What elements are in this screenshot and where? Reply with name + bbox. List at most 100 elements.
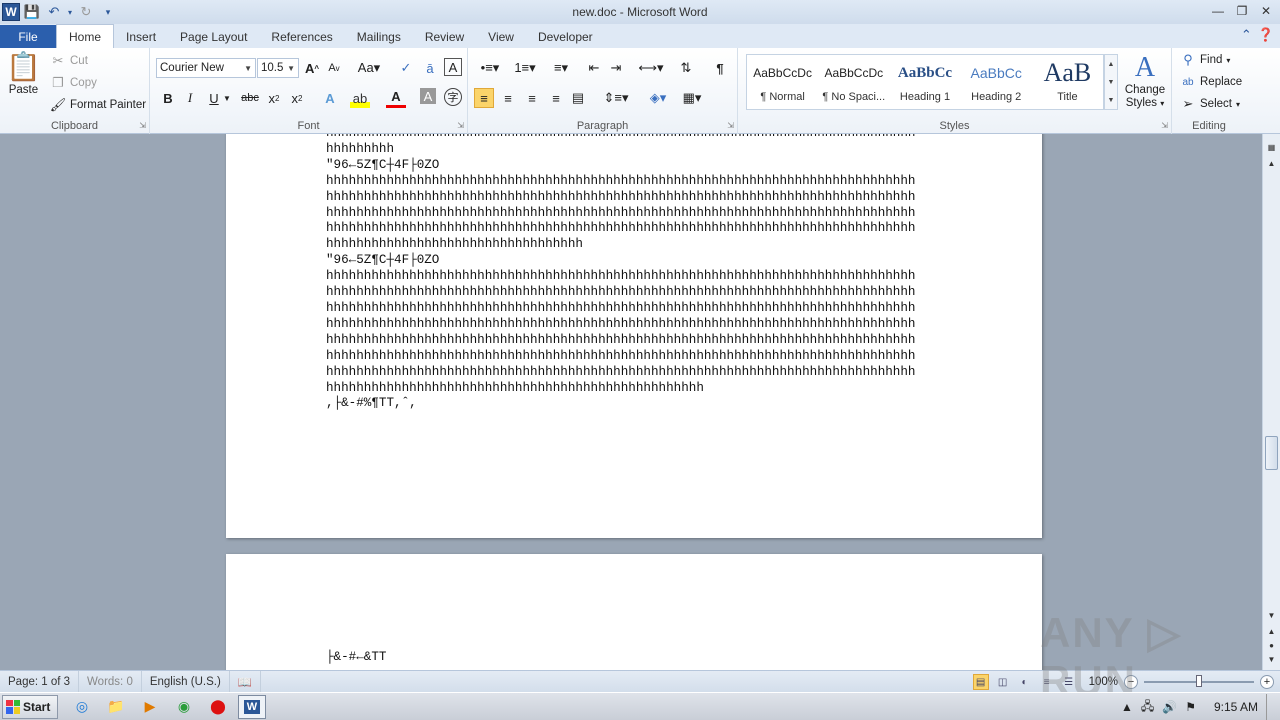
- chevron-down-icon[interactable]: ▼: [1108, 79, 1115, 86]
- word-count[interactable]: Words: 0: [79, 670, 142, 693]
- align-right-icon[interactable]: ≡: [522, 88, 542, 108]
- tab-review[interactable]: Review: [413, 25, 476, 48]
- multilevel-list-icon[interactable]: ≡▾: [546, 58, 576, 78]
- decrease-indent-icon[interactable]: ⇤: [584, 58, 604, 78]
- document-line[interactable]: hhhhhhhhhhhhhhhhhhhhhhhhhhhhhhhhhhhhhhhh…: [326, 269, 915, 285]
- borders-icon[interactable]: ▦▾: [678, 88, 706, 108]
- page-2-text[interactable]: ├&-#←&TT................................…: [326, 650, 931, 670]
- document-line[interactable]: hhhhhhhhhhhhhhhhhhhhhhhhhhhhhhhhhhhhhhhh…: [326, 190, 915, 206]
- select-button[interactable]: ➢ Select ▾: [1180, 96, 1240, 112]
- tab-references[interactable]: References: [259, 25, 344, 48]
- style-title[interactable]: AaB Title: [1032, 55, 1103, 109]
- sort-icon[interactable]: ⇅: [676, 58, 696, 78]
- underline-dropdown-icon[interactable]: ▼: [222, 88, 232, 108]
- vertical-scrollbar[interactable]: ▦ ▲ ▼ ▲ ● ▼: [1262, 134, 1280, 670]
- volume-icon[interactable]: 🔊: [1162, 700, 1177, 714]
- character-border-icon[interactable]: A: [444, 58, 462, 76]
- document-area[interactable]: hhhhhhhhhhhhhhhhhhhhhhhhhhhhhhhhhhhhhhhh…: [0, 134, 1262, 670]
- minimize-button[interactable]: —: [1208, 2, 1228, 20]
- phonetic-guide-icon[interactable]: ā: [420, 58, 440, 78]
- superscript-icon[interactable]: x2: [287, 88, 307, 108]
- draft-icon[interactable]: ☰: [1061, 674, 1077, 690]
- styles-launcher-icon[interactable]: ⇲: [1161, 121, 1168, 130]
- document-line[interactable]: hhhhhhhhhhhhhhhhhhhhhhhhhhhhhhhhhh: [326, 237, 915, 253]
- document-line[interactable]: hhhhhhhhhhhhhhhhhhhhhhhhhhhhhhhhhhhhhhhh…: [326, 174, 915, 190]
- document-line[interactable]: hhhhhhhhhhhhhhhhhhhhhhhhhhhhhhhhhhhhhhhh…: [326, 333, 915, 349]
- tab-home[interactable]: Home: [56, 24, 115, 48]
- document-line[interactable]: hhhhhhhhhhhhhhhhhhhhhhhhhhhhhhhhhhhhhhhh…: [326, 134, 915, 142]
- internet-explorer-icon[interactable]: ◎: [68, 695, 96, 719]
- start-button[interactable]: Start: [2, 694, 58, 719]
- bullets-icon[interactable]: •≡▾: [476, 58, 504, 78]
- opera-icon[interactable]: ⬤: [204, 695, 232, 719]
- numbering-icon[interactable]: 1≡▾: [510, 58, 540, 78]
- bold-icon[interactable]: B: [158, 88, 178, 108]
- highlight-color-icon[interactable]: ab: [350, 88, 370, 108]
- align-left-icon[interactable]: ≡: [474, 88, 494, 108]
- cut-button[interactable]: ✂ Cut: [50, 53, 88, 69]
- chrome-icon[interactable]: ◉: [170, 695, 198, 719]
- restore-button[interactable]: ❐: [1232, 2, 1252, 20]
- previous-page-icon[interactable]: ▲: [1263, 624, 1280, 638]
- find-button[interactable]: ⚲ Find ▾: [1180, 52, 1230, 68]
- document-line[interactable]: hhhhhhhhhhhhhhhhhhhhhhhhhhhhhhhhhhhhhhhh…: [326, 349, 915, 365]
- shrink-font-icon[interactable]: Av: [324, 58, 344, 78]
- ruler-toggle-icon[interactable]: ▦: [1263, 140, 1280, 154]
- file-explorer-icon[interactable]: 📁: [102, 695, 130, 719]
- page-count[interactable]: Page: 1 of 3: [0, 670, 80, 693]
- enclose-characters-icon[interactable]: 字: [444, 88, 462, 106]
- italic-icon[interactable]: I: [180, 88, 200, 108]
- minimize-ribbon-icon[interactable]: ⌃: [1241, 27, 1252, 43]
- scroll-thumb[interactable]: [1265, 436, 1278, 470]
- underline-icon[interactable]: U: [204, 88, 224, 108]
- clipboard-launcher-icon[interactable]: ⇲: [139, 121, 146, 130]
- scroll-down-icon[interactable]: ▼: [1263, 608, 1280, 622]
- document-line[interactable]: "96←5Z¶C┼4F├0ZO: [326, 253, 915, 269]
- style-no-spacing[interactable]: AaBbCcDc ¶ No Spaci...: [818, 55, 889, 109]
- chevron-up-icon[interactable]: ▲: [1108, 61, 1115, 68]
- change-styles-button[interactable]: A Change Styles ▾: [1122, 52, 1168, 110]
- zoom-level[interactable]: 100%: [1089, 676, 1118, 688]
- next-page-icon[interactable]: ▼: [1263, 652, 1280, 666]
- clock[interactable]: 9:15 AM: [1214, 700, 1258, 714]
- document-line[interactable]: hhhhhhhhhhhhhhhhhhhhhhhhhhhhhhhhhhhhhhhh…: [326, 285, 915, 301]
- select-browse-object-icon[interactable]: ●: [1263, 638, 1280, 652]
- network-icon[interactable]: 🖧: [1141, 697, 1154, 718]
- word-logo-icon[interactable]: W: [2, 3, 20, 21]
- tab-file[interactable]: File: [0, 25, 56, 48]
- save-icon[interactable]: 💾: [22, 2, 42, 22]
- change-case-icon[interactable]: Aa▾: [356, 58, 382, 78]
- document-line[interactable]: hhhhhhhhhhhhhhhhhhhhhhhhhhhhhhhhhhhhhhhh…: [326, 221, 915, 237]
- undo-icon[interactable]: ↶: [44, 2, 64, 22]
- line-spacing-icon[interactable]: ⇕≡▾: [602, 88, 630, 108]
- align-center-icon[interactable]: ≡: [498, 88, 518, 108]
- paste-button[interactable]: 📋 Paste: [6, 52, 41, 97]
- distributed-icon[interactable]: ▤: [568, 88, 588, 108]
- paragraph-launcher-icon[interactable]: ⇲: [727, 121, 734, 130]
- redo-icon[interactable]: ↻: [76, 2, 96, 22]
- outline-icon[interactable]: ≡: [1039, 674, 1055, 690]
- clear-formatting-icon[interactable]: ✓: [396, 58, 416, 78]
- action-center-flag-icon[interactable]: ⚑: [1185, 700, 1196, 714]
- page-1-text[interactable]: hhhhhhhhhhhhhhhhhhhhhhhhhhhhhhhhhhhhhhhh…: [326, 134, 915, 412]
- more-styles-icon[interactable]: ▼: [1108, 97, 1115, 104]
- document-line[interactable]: ├&-#←&TT: [326, 650, 931, 666]
- copy-button[interactable]: ❐ Copy: [50, 75, 97, 91]
- zoom-in-icon[interactable]: +: [1260, 675, 1274, 689]
- document-line[interactable]: "96←5Z¶C┼4F├0ZO: [326, 158, 915, 174]
- strikethrough-icon[interactable]: abc: [238, 88, 262, 108]
- document-line[interactable]: hhhhhhhhhhhhhhhhhhhhhhhhhhhhhhhhhhhhhhhh…: [326, 317, 915, 333]
- font-size-select[interactable]: 10.5 ▼: [257, 58, 299, 78]
- document-page-1[interactable]: hhhhhhhhhhhhhhhhhhhhhhhhhhhhhhhhhhhhhhhh…: [226, 134, 1042, 538]
- font-color-icon[interactable]: A: [386, 88, 406, 108]
- customize-qat-icon[interactable]: ▾: [98, 2, 118, 22]
- font-family-select[interactable]: Courier New ▼: [156, 58, 256, 78]
- zoom-out-icon[interactable]: −: [1124, 675, 1138, 689]
- tab-insert[interactable]: Insert: [114, 25, 168, 48]
- shading-icon[interactable]: ◈▾: [644, 88, 672, 108]
- document-line[interactable]: hhhhhhhhh: [326, 142, 915, 158]
- format-painter-button[interactable]: 🖌 Format Painter: [50, 97, 146, 113]
- style-heading-2[interactable]: AaBbCc Heading 2: [961, 55, 1032, 109]
- show-desktop-button[interactable]: [1266, 694, 1276, 720]
- document-line[interactable]: hhhhhhhhhhhhhhhhhhhhhhhhhhhhhhhhhhhhhhhh…: [326, 206, 915, 222]
